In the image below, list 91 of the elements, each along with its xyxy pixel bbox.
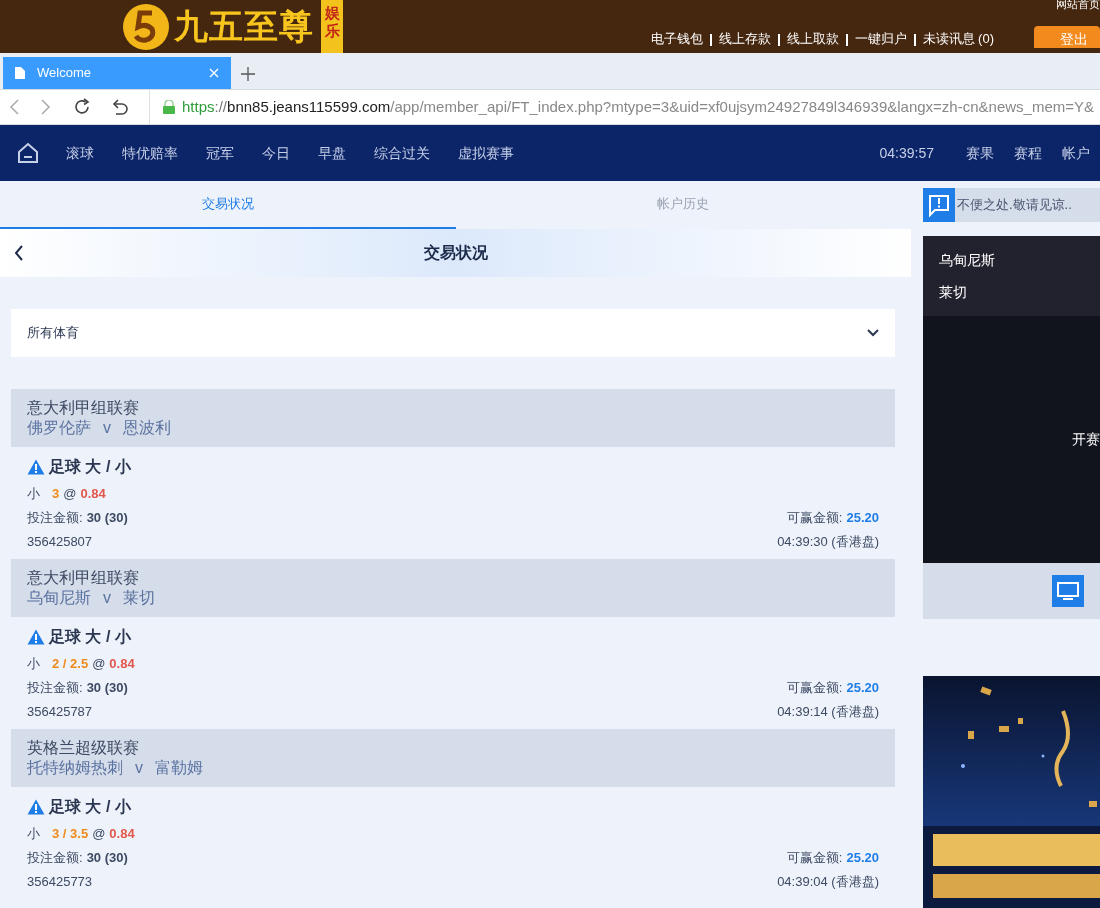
account-link[interactable]: 一键归户 — [854, 28, 907, 48]
payout-value: 25.20 — [846, 679, 879, 698]
page-icon — [15, 67, 25, 79]
nav-item[interactable]: 今日 — [262, 142, 290, 164]
versus-label: v — [135, 758, 143, 778]
away-team: 莱切 — [123, 588, 155, 608]
pick-label: 小 — [27, 655, 40, 674]
bet-time: 04:39:14 (香港盘) — [777, 703, 879, 722]
monitor-icon[interactable] — [1052, 575, 1084, 607]
pick-label: 小 — [27, 485, 40, 504]
home-team: 托特纳姆热刺 — [27, 758, 123, 778]
league-name: 意大利甲组联赛 — [27, 568, 140, 588]
handicap-line: 3 — [52, 485, 60, 504]
warning-icon — [27, 459, 45, 475]
home-team: 佛罗伦萨 — [27, 418, 91, 438]
bet-id: 356425787 — [27, 703, 93, 722]
nav-item[interactable]: 早盘 — [318, 142, 346, 164]
at-sign: @ — [63, 485, 77, 504]
url-host: bnn85.jeans115599.com — [227, 96, 391, 117]
team-name: 莱切 — [939, 285, 968, 299]
page-title: 交易状况 — [423, 243, 488, 263]
payout-value: 25.20 — [846, 849, 879, 868]
pick-label: 小 — [27, 825, 40, 844]
nav-item[interactable]: 综合过关 — [374, 142, 430, 164]
bet-time: 04:39:04 (香港盘) — [777, 873, 879, 892]
account-link[interactable]: 线上存款 — [718, 28, 771, 48]
nav-item[interactable]: 特优赔率 — [122, 142, 178, 164]
home-icon[interactable] — [17, 142, 39, 164]
dropdown-value: 所有体育 — [27, 324, 79, 343]
versus-label: v — [103, 588, 111, 608]
forward-icon[interactable] — [41, 99, 51, 115]
url-scheme: https — [182, 96, 215, 117]
account-link[interactable]: 未读讯息 (0) — [922, 28, 994, 48]
back-icon[interactable] — [14, 245, 24, 261]
stake-label: 投注金额: — [27, 849, 83, 868]
odds-value: 0.84 — [109, 825, 135, 844]
logo-icon — [122, 2, 170, 51]
warning-icon — [27, 799, 45, 815]
league-name: 意大利甲组联赛 — [27, 398, 140, 418]
match-status: 开赛 — [1072, 430, 1100, 449]
payout-value: 25.20 — [846, 509, 879, 528]
reload-icon[interactable] — [73, 98, 91, 116]
close-icon[interactable] — [209, 68, 219, 78]
tab-title: Welcome — [37, 64, 92, 83]
bet-id: 356425807 — [27, 533, 93, 552]
market-title: 足球 大 / 小 — [49, 457, 131, 477]
odds-value: 0.84 — [109, 655, 135, 674]
handicap-line: 2 / 2.5 — [52, 655, 89, 674]
home-team: 乌甸尼斯 — [27, 588, 91, 608]
nav-item[interactable]: 赛程 — [1014, 142, 1042, 164]
account-link[interactable]: 电子钱包 — [650, 28, 703, 48]
undo-icon[interactable] — [111, 98, 129, 116]
away-team: 富勒姆 — [155, 758, 203, 778]
nav-item[interactable]: 冠军 — [206, 142, 234, 164]
payout-label: 可赢金额: — [786, 849, 843, 868]
payout-label: 可赢金额: — [786, 509, 843, 528]
stake-value: 30 (30) — [86, 849, 128, 868]
account-link[interactable]: 线上取款 — [786, 28, 839, 48]
logo-side-text: 娱乐 — [321, 0, 344, 53]
bet-id: 356425773 — [27, 873, 93, 892]
handicap-line: 3 / 3.5 — [52, 825, 89, 844]
sport-filter-dropdown[interactable]: 所有体育 — [11, 309, 895, 357]
versus-label: v — [103, 418, 111, 438]
league-name: 英格兰超级联赛 — [27, 738, 140, 758]
odds-value: 0.84 — [80, 485, 106, 504]
logo-text: 九五至尊 — [174, 6, 314, 47]
payout-label: 可赢金额: — [786, 679, 843, 698]
stake-value: 30 (30) — [86, 509, 128, 528]
away-team: 恩波利 — [123, 418, 171, 438]
stake-value: 30 (30) — [86, 679, 128, 698]
team-name: 乌甸尼斯 — [939, 253, 996, 267]
nav-item[interactable]: 滚球 — [66, 142, 94, 164]
notice-text: 不便之处.敬请见谅.. — [957, 196, 1072, 215]
bet-time: 04:39:30 (香港盘) — [777, 533, 879, 552]
new-tab-icon[interactable] — [241, 67, 255, 81]
warning-icon — [27, 629, 45, 645]
at-sign: @ — [92, 655, 106, 674]
lock-icon — [162, 100, 176, 114]
nav-item[interactable]: 赛果 — [966, 142, 994, 164]
url-separator: :// — [214, 96, 228, 117]
market-title: 足球 大 / 小 — [49, 797, 131, 817]
clock-time: 04:39:57 — [879, 143, 934, 163]
url-path: /app/member_api/FT_index.php?mtype=3&uid=xf0ujsym24927849l346939&langx=zh-cn&news_mem=Y& — [390, 96, 1094, 117]
message-icon[interactable] — [923, 188, 955, 222]
stake-label: 投注金额: — [27, 509, 83, 528]
chevron-down-icon — [867, 329, 879, 337]
nav-item[interactable]: 帐户 — [1062, 142, 1090, 164]
stake-label: 投注金额: — [27, 679, 83, 698]
nav-item[interactable]: 虚拟赛事 — [458, 142, 514, 164]
market-title: 足球 大 / 小 — [49, 627, 131, 647]
at-sign: @ — [92, 825, 106, 844]
